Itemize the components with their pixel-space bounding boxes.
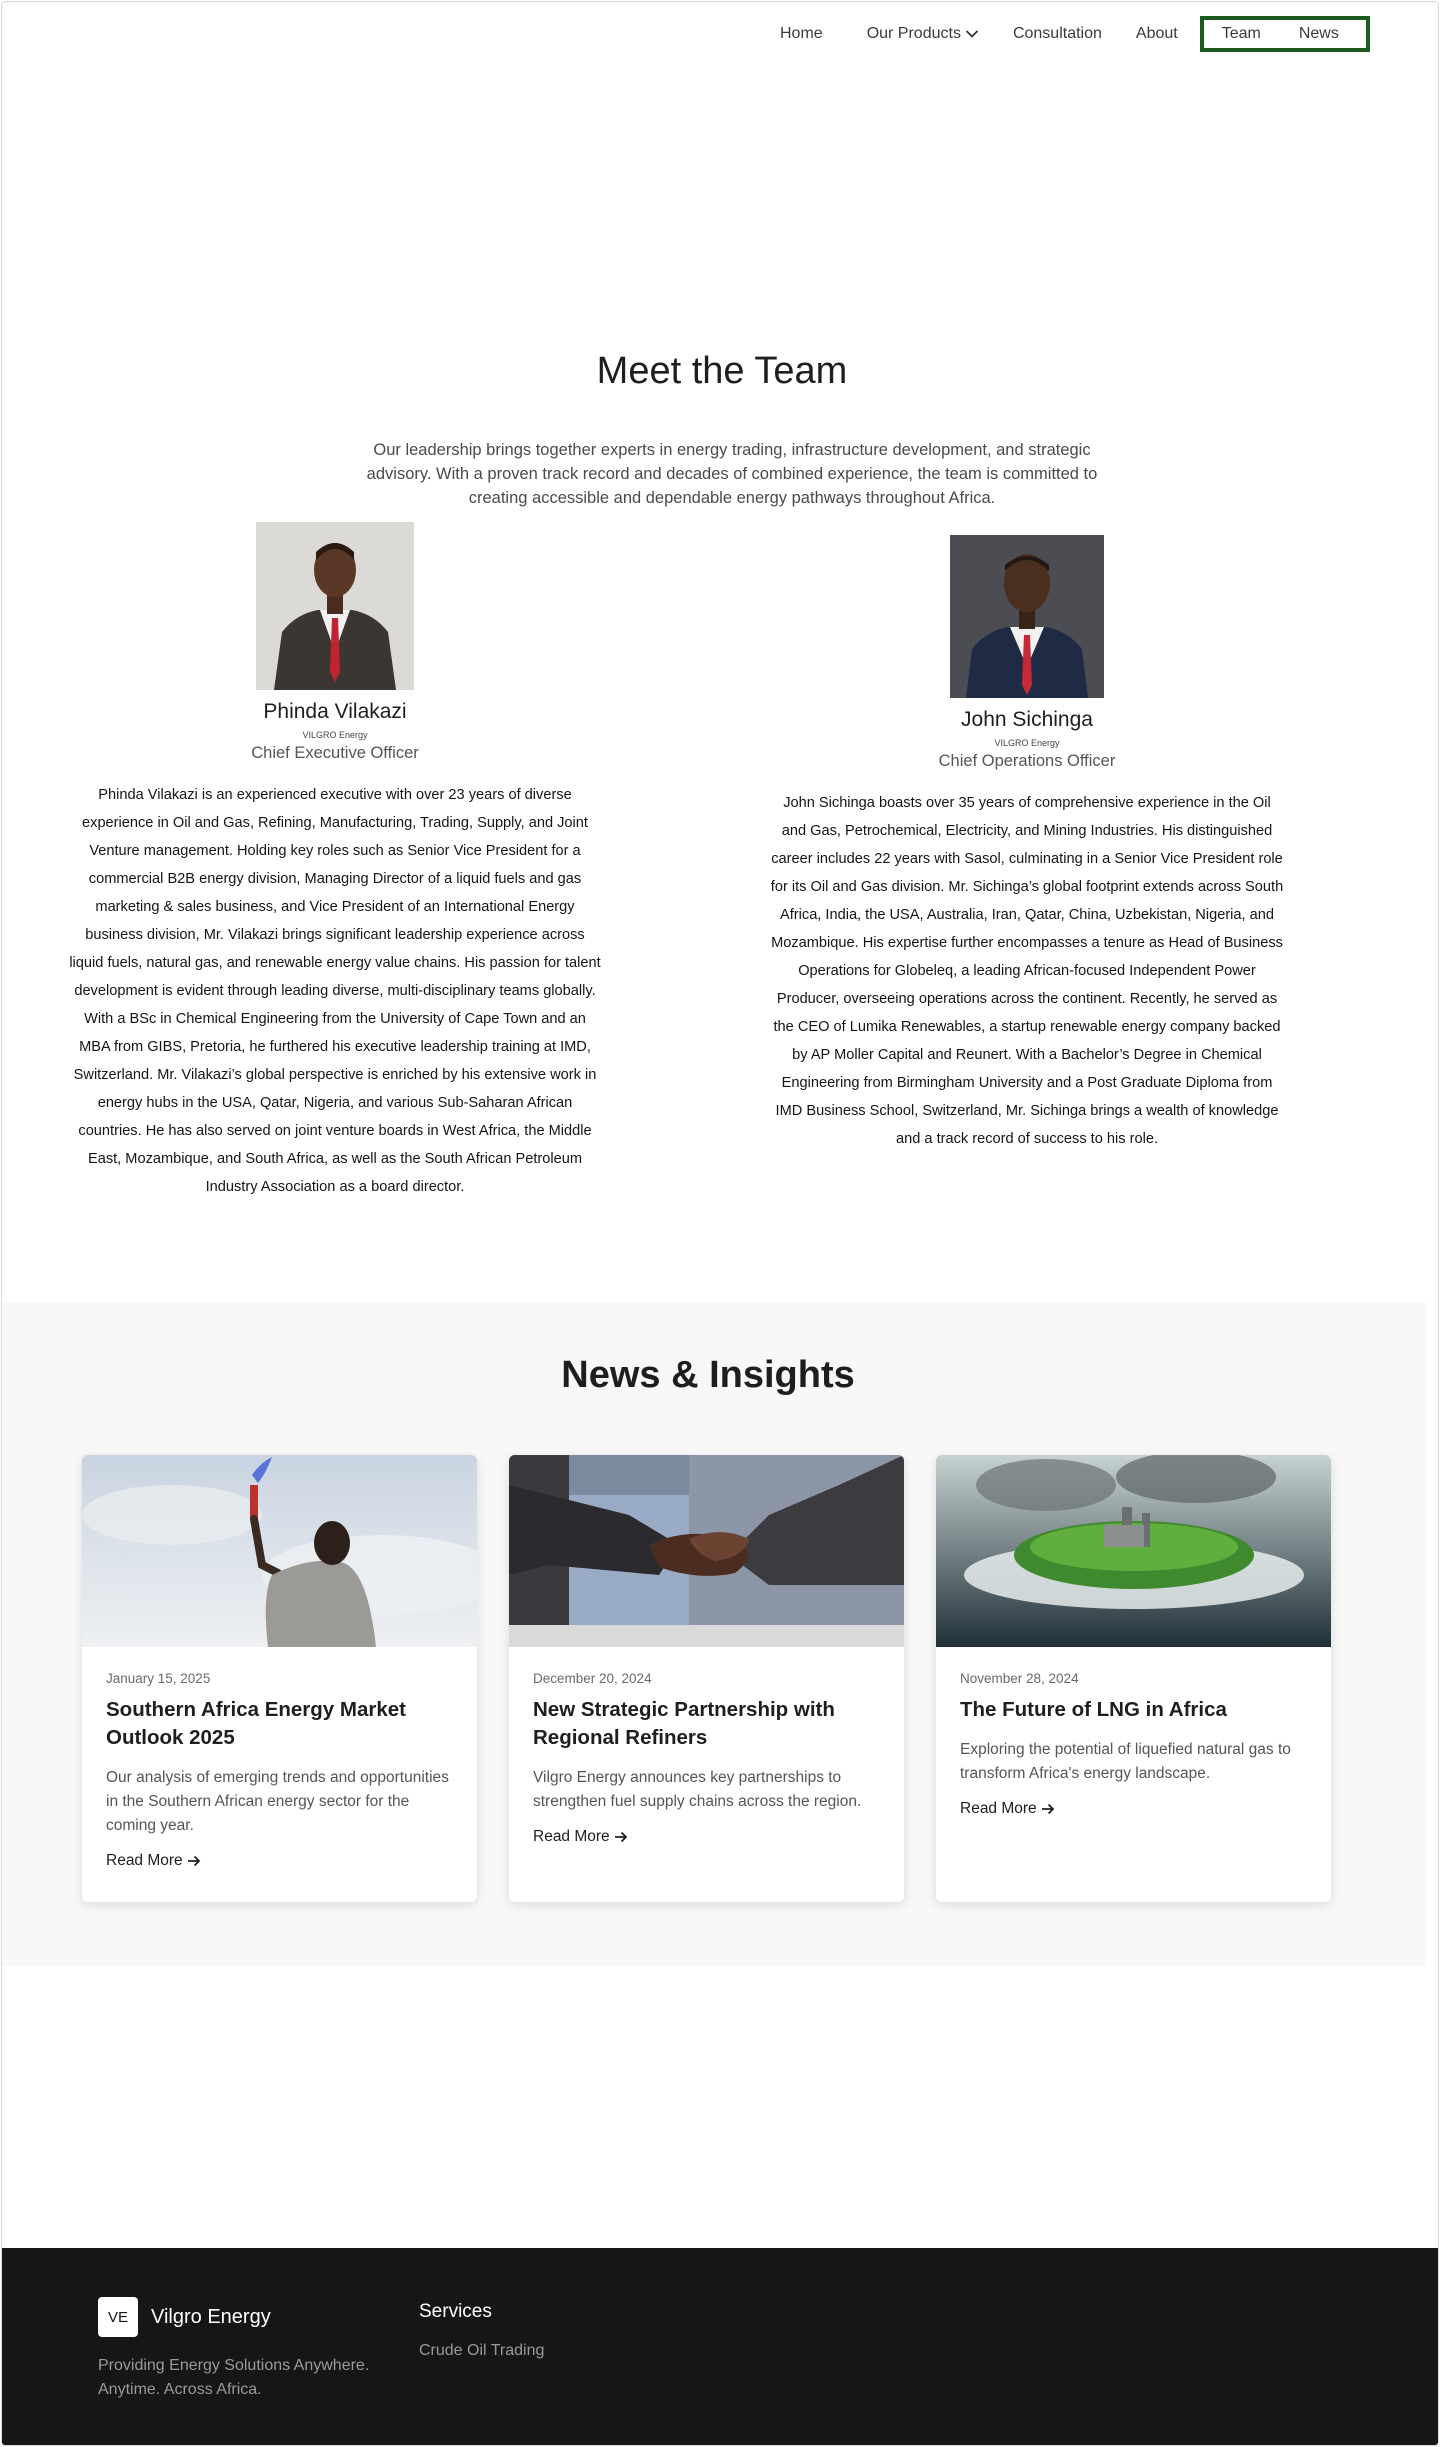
news-card[interactable]: January 15, 2025 Southern Africa Energy …: [82, 1455, 477, 1902]
team-intro-text: Our leadership brings together experts i…: [366, 441, 1098, 507]
arrow-right-icon: [1041, 1803, 1054, 1815]
news-card-date: December 20, 2024: [533, 1671, 652, 1686]
chevron-down-icon: [965, 30, 979, 38]
member-org: VILGRO Energy: [302, 730, 368, 740]
member-role: Chief Operations Officer: [938, 752, 1116, 770]
nav-highlight-box: Team News: [1199, 16, 1370, 52]
member-photo: [256, 522, 414, 690]
member-photo: [950, 535, 1104, 698]
news-section-title: News & Insights: [561, 1354, 855, 1396]
nav-products-dropdown[interactable]: Our Products: [867, 25, 979, 43]
nav-products-label: Our Products: [866, 25, 961, 42]
news-card-image: [936, 1455, 1331, 1647]
news-card[interactable]: November 28, 2024 The Future of LNG in A…: [936, 1455, 1331, 1902]
nav-news-link[interactable]: News: [1299, 25, 1339, 43]
news-card-title[interactable]: New Strategic Partnership with Regional …: [533, 1696, 880, 1752]
news-card-date: January 15, 2025: [106, 1671, 211, 1686]
page: Home Our Products Consultation About Tea…: [1, 1, 1439, 2446]
team-member-card: Phinda Vilakazi VILGRO Energy Chief Exec…: [68, 522, 602, 1201]
nav-consultation-link[interactable]: Consultation: [1013, 25, 1102, 43]
news-card-body: January 15, 2025 Southern Africa Energy …: [82, 1647, 477, 1894]
news-card-title[interactable]: Southern Africa Energy Market Outlook 20…: [106, 1696, 453, 1752]
news-card-body: November 28, 2024 The Future of LNG in A…: [936, 1647, 1331, 1842]
footer-logo[interactable]: VE: [98, 2297, 138, 2337]
team-section-title: Meet the Team: [596, 350, 848, 392]
nav-team-link[interactable]: Team: [1222, 25, 1261, 43]
member-role: Chief Executive Officer: [251, 744, 419, 762]
footer-brand-name: Vilgro Energy: [151, 2306, 271, 2328]
member-org: VILGRO Energy: [994, 738, 1060, 748]
news-card-excerpt: Exploring the potential of liquefied nat…: [960, 1741, 1291, 1782]
read-more-link[interactable]: Read More: [960, 1800, 1055, 1818]
nav-about-link[interactable]: About: [1136, 25, 1178, 43]
site-footer: VE Vilgro Energy Providing Energy Soluti…: [2, 2248, 1438, 2445]
read-more-label: Read More: [533, 1828, 610, 1845]
arrow-right-icon: [187, 1855, 200, 1867]
member-bio: Phinda Vilakazi is an experienced execut…: [69, 787, 601, 1195]
read-more-label: Read More: [960, 1800, 1037, 1817]
team-member-card: John Sichinga VILGRO Energy Chief Operat…: [770, 535, 1284, 1153]
arrow-right-icon: [614, 1831, 627, 1843]
news-card[interactable]: December 20, 2024 New Strategic Partners…: [509, 1455, 904, 1902]
read-more-link[interactable]: Read More: [106, 1852, 201, 1870]
news-card-body: December 20, 2024 New Strategic Partners…: [509, 1647, 904, 1870]
top-nav: Home Our Products Consultation About Tea…: [780, 16, 1370, 52]
footer-service-link[interactable]: Crude Oil Trading: [419, 2342, 544, 2360]
footer-tagline: Providing Energy Solutions Anywhere. Any…: [98, 2357, 370, 2398]
news-card-image: [509, 1455, 904, 1647]
read-more-label: Read More: [106, 1852, 183, 1869]
news-card-excerpt: Vilgro Energy announces key partnerships…: [533, 1769, 862, 1810]
footer-services-heading: Services: [419, 2301, 492, 2322]
member-name: Phinda Vilakazi: [263, 700, 407, 723]
read-more-link[interactable]: Read More: [533, 1828, 628, 1846]
news-section: News & Insights January 15, 2025 Souther: [2, 1302, 1426, 1966]
member-name: John Sichinga: [961, 708, 1093, 731]
member-bio: John Sichinga boasts over 35 years of co…: [770, 795, 1284, 1147]
news-card-date: November 28, 2024: [960, 1671, 1079, 1686]
news-card-image: [82, 1455, 477, 1647]
nav-home-link[interactable]: Home: [780, 25, 823, 43]
news-card-excerpt: Our analysis of emerging trends and oppo…: [106, 1769, 449, 1834]
news-card-title[interactable]: The Future of LNG in Africa: [960, 1696, 1307, 1724]
